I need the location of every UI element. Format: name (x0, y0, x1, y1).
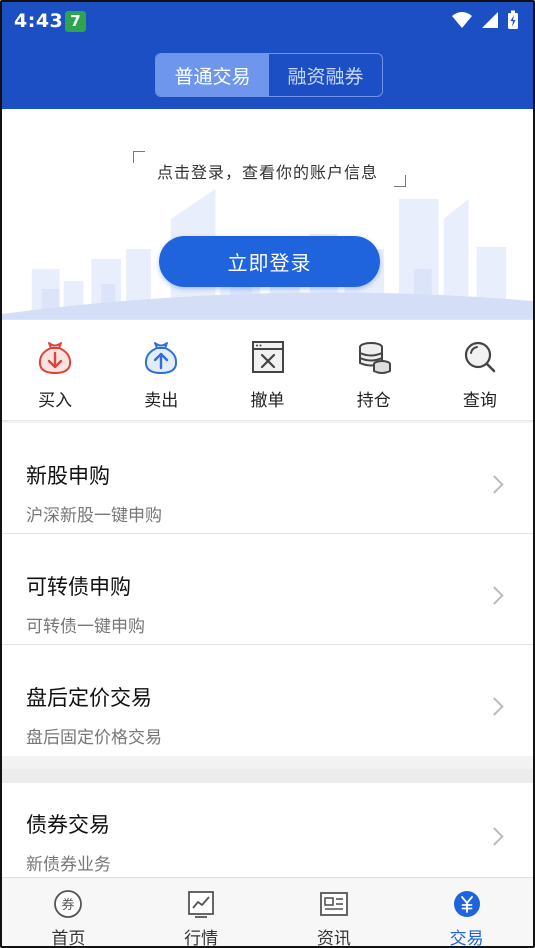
chevron-right-icon (485, 586, 504, 605)
status-bar: 4:43 7 (2, 2, 533, 40)
notification-badge-icon: 7 (65, 11, 86, 32)
status-icons (451, 10, 519, 30)
tab-normal-trade[interactable]: 普通交易 (156, 54, 269, 96)
status-time: 4:43 (14, 10, 64, 32)
action-query-label: 查询 (462, 391, 497, 411)
nav-news[interactable]: 资讯 (268, 878, 401, 948)
nav-home-label: 首页 (51, 929, 86, 948)
action-cancel-order[interactable]: 撤单 (214, 320, 320, 420)
list-item-title: 债券交易 (26, 813, 110, 837)
search-icon (464, 341, 496, 373)
tab-margin-trade[interactable]: 融资融券 (269, 54, 382, 96)
trade-yen-icon (453, 891, 480, 917)
list-item-subtitle: 新债券业务 (26, 855, 111, 875)
chevron-right-icon (485, 827, 504, 846)
cancel-order-icon (251, 341, 284, 373)
login-hint-text: 点击登录，查看你的账户信息 (156, 163, 378, 182)
list-item-convertible-bond[interactable]: 可转债申购 可转债一键申购 (2, 534, 533, 645)
nav-trade-label: 交易 (449, 929, 484, 948)
nav-home[interactable]: 券 首页 (2, 878, 135, 948)
quick-actions: 买入 卖出 撤单 持仓 查询 (2, 319, 533, 421)
list-item-after-hours[interactable]: 盘后定价交易 盘后固定价格交易 (2, 645, 533, 756)
nav-market-label: 行情 (184, 929, 219, 948)
action-sell-label: 卖出 (144, 391, 179, 411)
chevron-right-icon (485, 475, 504, 494)
nav-market[interactable]: 行情 (135, 878, 268, 948)
action-buy[interactable]: 买入 (2, 320, 108, 420)
action-cancel-order-label: 撤单 (250, 391, 285, 411)
holdings-icon (358, 342, 391, 374)
buy-icon (39, 342, 72, 375)
svg-text:券: 券 (62, 897, 75, 913)
list-item-title: 可转债申购 (26, 575, 131, 599)
list-item-subtitle: 可转债一键申购 (26, 617, 145, 637)
trade-list: 新股申购 沪深新股一键申购 可转债申购 可转债一键申购 盘后定价交易 盘后固定价… (2, 423, 533, 756)
chevron-right-icon (485, 697, 504, 716)
list-item-subtitle: 盘后固定价格交易 (26, 728, 162, 748)
action-query[interactable]: 查询 (427, 320, 533, 420)
list-item-subtitle: 沪深新股一键申购 (26, 506, 162, 526)
bottom-nav: 券 首页 行情 资讯 交易 (2, 877, 533, 948)
list-item-title: 盘后定价交易 (26, 686, 152, 710)
action-holdings[interactable]: 持仓 (321, 320, 427, 420)
action-buy-label: 买入 (38, 391, 73, 411)
market-chart-icon (188, 891, 215, 918)
nav-news-label: 资讯 (316, 929, 351, 948)
trade-type-tabs: 普通交易 融资融券 (155, 53, 383, 97)
app-frame: 4:43 7 普通交易 融资融券 点击登录，查看你的账户信息 立即登录 买入 卖… (0, 0, 535, 948)
signal-icon (482, 12, 498, 28)
section-divider (2, 769, 533, 783)
list-item-ipo[interactable]: 新股申购 沪深新股一键申购 (2, 423, 533, 534)
login-banner: 点击登录，查看你的账户信息 立即登录 (2, 109, 533, 319)
list-item-bond-trade[interactable]: 债券交易 新债券业务 (2, 783, 533, 877)
sell-icon (145, 342, 178, 375)
hint-bracket-right (394, 175, 406, 187)
list-item-title: 新股申购 (26, 464, 110, 488)
nav-trade[interactable]: 交易 (400, 878, 533, 948)
battery-icon (508, 10, 518, 29)
action-holdings-label: 持仓 (356, 391, 391, 411)
wifi-icon (452, 12, 472, 28)
header: 4:43 7 普通交易 融资融券 (2, 2, 533, 109)
news-icon (319, 892, 348, 916)
home-coupon-icon: 券 (54, 890, 83, 918)
login-button[interactable]: 立即登录 (159, 236, 380, 287)
action-sell[interactable]: 卖出 (108, 320, 214, 420)
